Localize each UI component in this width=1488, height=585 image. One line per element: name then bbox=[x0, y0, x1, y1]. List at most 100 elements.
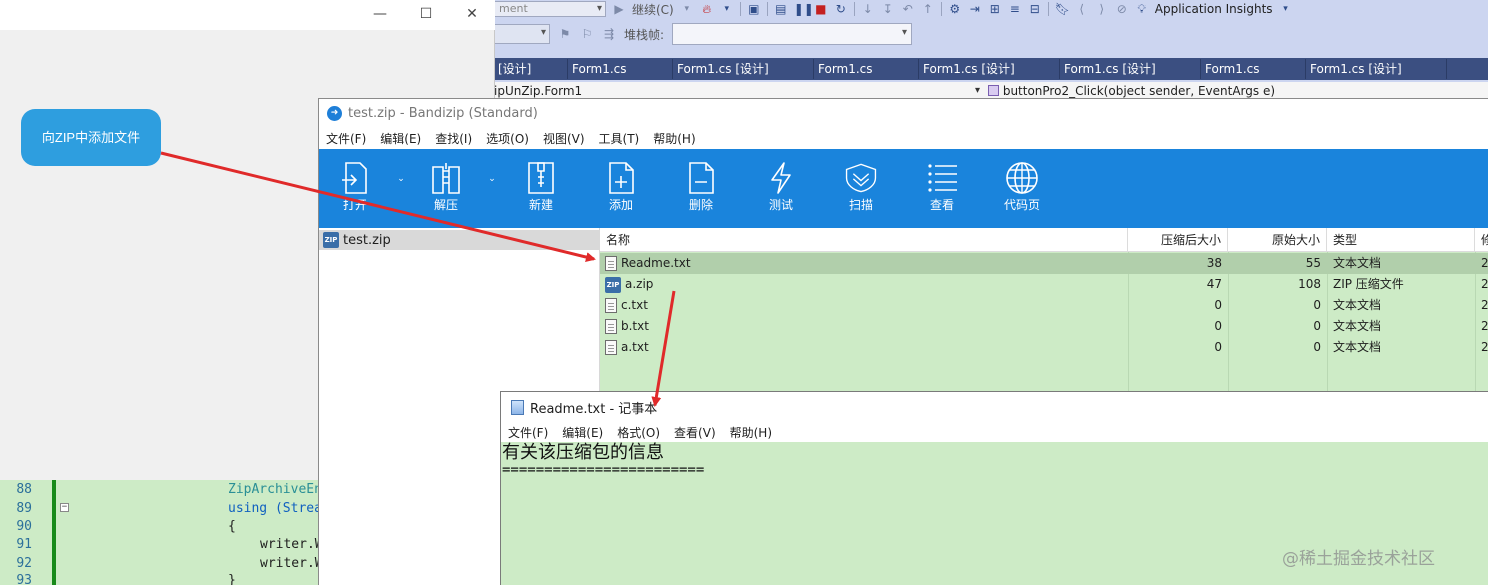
menu-tools[interactable]: 工具(T) bbox=[599, 130, 640, 147]
codepage-button[interactable]: 代码页 bbox=[992, 149, 1052, 228]
document-tab[interactable]: Form1.cs bbox=[568, 59, 673, 79]
comment-icon[interactable]: ⊟ bbox=[1028, 2, 1042, 16]
application-insights-button[interactable]: Application Insights bbox=[1155, 2, 1273, 16]
menu-view[interactable]: 查看(V) bbox=[674, 424, 716, 441]
menu-help[interactable]: 帮助(H) bbox=[730, 424, 772, 441]
tree-item-test-zip[interactable]: ZIP test.zip bbox=[319, 230, 600, 250]
show-next-statement-icon[interactable]: ⇥ bbox=[968, 2, 982, 16]
pause-icon[interactable]: ❚❚ bbox=[794, 2, 814, 16]
codepage-globe-icon bbox=[992, 149, 1052, 199]
dropdown-arrow-icon[interactable]: ▾ bbox=[680, 2, 694, 16]
document-tab[interactable]: Form1.cs [设计] bbox=[1060, 59, 1201, 79]
new-archive-icon bbox=[511, 149, 571, 199]
menu-file[interactable]: 文件(F) bbox=[326, 130, 366, 147]
hot-reload-dropdown-icon[interactable]: ▾ bbox=[720, 2, 734, 16]
menu-options[interactable]: 选项(O) bbox=[486, 130, 529, 147]
member-dropdown[interactable]: buttonPro2_Click(object sender, EventArg… bbox=[988, 83, 1275, 99]
file-name: Readme.txt bbox=[621, 256, 691, 270]
text-file-icon bbox=[605, 256, 617, 271]
diagnostics-icon[interactable]: ▣ bbox=[747, 2, 761, 16]
clear-bookmarks-icon[interactable]: ⊘ bbox=[1115, 2, 1129, 16]
extract-button[interactable]: 解压 bbox=[416, 149, 476, 228]
format-icon[interactable]: ≡ bbox=[1008, 2, 1022, 16]
close-icon[interactable]: ✕ bbox=[462, 5, 482, 23]
column-header-modified[interactable]: 修 bbox=[1475, 228, 1488, 252]
next-bookmark-icon[interactable]: ⟩ bbox=[1095, 2, 1109, 16]
compressed-size-cell: 0 bbox=[1214, 340, 1222, 354]
step-over-icon[interactable]: ↓ bbox=[861, 2, 875, 16]
bandizip-menu-bar: 文件(F) 编辑(E) 查找(I) 选项(O) 视图(V) 工具(T) 帮助(H… bbox=[319, 127, 1488, 149]
view-button[interactable]: 查看 bbox=[912, 149, 972, 228]
menu-format[interactable]: 格式(O) bbox=[617, 424, 660, 441]
open-dropdown-icon[interactable]: ⌄ bbox=[395, 174, 407, 186]
zip-file-icon: ZIP bbox=[605, 276, 621, 293]
hot-reload-icon[interactable]: 🔥︎ bbox=[700, 2, 714, 16]
document-tab[interactable]: Form1.cs bbox=[1201, 59, 1306, 79]
delete-file-button[interactable]: 删除 bbox=[671, 149, 731, 228]
flag-all-icon[interactable]: ⚐ bbox=[580, 27, 594, 41]
code-editor[interactable]: − 88 ZipArchiveEn 89 using (Strea 90 { 9… bbox=[0, 480, 323, 585]
add-file-button[interactable]: 添加 bbox=[591, 149, 651, 228]
new-archive-label: 新建 bbox=[528, 198, 553, 212]
play-icon[interactable]: ▶ bbox=[612, 2, 626, 16]
new-archive-button[interactable]: 新建 bbox=[511, 149, 571, 228]
restart-icon[interactable]: ↻ bbox=[834, 2, 848, 16]
process-combo[interactable] bbox=[494, 24, 550, 44]
lightbulb-icon[interactable]: 💡︎ bbox=[1135, 2, 1149, 16]
test-button[interactable]: 测试 bbox=[751, 149, 811, 228]
document-tab[interactable]: Form1.cs bbox=[814, 59, 919, 79]
file-row-b-txt[interactable]: b.txt 0 0 文本文档 2 bbox=[600, 316, 1488, 337]
notepad-icon bbox=[511, 399, 524, 415]
file-row-readme[interactable]: Readme.txt 38 55 文本文档 2 bbox=[600, 253, 1488, 274]
scan-button[interactable]: 扫描 bbox=[831, 149, 891, 228]
fold-toggle-icon[interactable]: − bbox=[60, 503, 69, 512]
add-file-to-zip-button[interactable]: 向ZIP中添加文件 bbox=[21, 109, 161, 166]
menu-edit[interactable]: 编辑(E) bbox=[562, 424, 603, 441]
stop-icon[interactable]: ■ bbox=[814, 2, 828, 16]
continue-button[interactable]: 继续(C) bbox=[632, 1, 674, 18]
file-row-a-zip[interactable]: ZIP a.zip 47 108 ZIP 压缩文件 2 bbox=[600, 274, 1488, 295]
notepad-window-title: Readme.txt - 记事本 bbox=[530, 401, 658, 417]
menu-edit[interactable]: 编辑(E) bbox=[380, 130, 421, 147]
compressed-size-cell: 0 bbox=[1214, 319, 1222, 333]
menu-file[interactable]: 文件(F) bbox=[508, 424, 548, 441]
step-back-icon[interactable]: ↶ bbox=[901, 2, 915, 16]
original-size-cell: 0 bbox=[1313, 340, 1321, 354]
text-file-icon bbox=[605, 340, 617, 355]
class-dropdown[interactable]: ipUnZip.Form1 bbox=[494, 83, 984, 99]
column-header-type[interactable]: 类型 bbox=[1327, 228, 1475, 252]
bookmark-icon[interactable]: 🔖︎ bbox=[1055, 2, 1070, 16]
app-insights-dropdown-icon[interactable]: ▾ bbox=[1279, 2, 1293, 16]
flag-thread-icon[interactable]: ⚑ bbox=[558, 27, 572, 41]
extract-dropdown-icon[interactable]: ⌄ bbox=[486, 174, 498, 186]
process-icon[interactable]: ▤ bbox=[774, 2, 788, 16]
minimize-icon[interactable]: — bbox=[370, 5, 390, 23]
modified-cell: 2 bbox=[1481, 277, 1488, 291]
codepage-label: 代码页 bbox=[1003, 198, 1040, 212]
document-tab[interactable]: Form1.cs [设计] bbox=[673, 59, 814, 79]
column-header-compressed-size[interactable]: 压缩后大小 bbox=[1128, 228, 1228, 252]
menu-help[interactable]: 帮助(H) bbox=[653, 130, 695, 147]
thread-icon[interactable]: ⚙ bbox=[948, 2, 962, 16]
file-row-c-txt[interactable]: c.txt 0 0 文本文档 2 bbox=[600, 295, 1488, 316]
column-header-original-size[interactable]: 原始大小 bbox=[1228, 228, 1327, 252]
step-out-icon[interactable]: ↑ bbox=[921, 2, 935, 16]
menu-view[interactable]: 视图(V) bbox=[543, 130, 585, 147]
step-into-icon[interactable]: ↧ bbox=[881, 2, 895, 16]
toolbar-separator bbox=[940, 2, 942, 16]
document-tab[interactable]: Form1.cs [设计] bbox=[1306, 59, 1447, 79]
modified-cell: 2 bbox=[1481, 340, 1488, 354]
document-tab[interactable]: [设计] bbox=[494, 59, 568, 79]
column-header-name[interactable]: 名称 bbox=[600, 228, 1128, 252]
document-tab-strip: [设计] Form1.cs Form1.cs [设计] Form1.cs For… bbox=[494, 58, 1488, 80]
open-button[interactable]: 打开 bbox=[325, 149, 385, 228]
code-map-icon[interactable]: ⊞ bbox=[988, 2, 1002, 16]
stack-frame-combo[interactable] bbox=[672, 23, 913, 45]
solution-config-combo[interactable]: ment bbox=[494, 1, 606, 17]
file-row-a-txt[interactable]: a.txt 0 0 文本文档 2 bbox=[600, 337, 1488, 358]
prev-bookmark-icon[interactable]: ⟨ bbox=[1075, 2, 1089, 16]
bandizip-title-bar: ➜ test.zip - Bandizip (Standard) bbox=[319, 99, 1488, 127]
document-tab[interactable]: Form1.cs [设计] bbox=[919, 59, 1060, 79]
menu-find[interactable]: 查找(I) bbox=[435, 130, 472, 147]
maximize-icon[interactable]: ☐ bbox=[416, 5, 436, 23]
